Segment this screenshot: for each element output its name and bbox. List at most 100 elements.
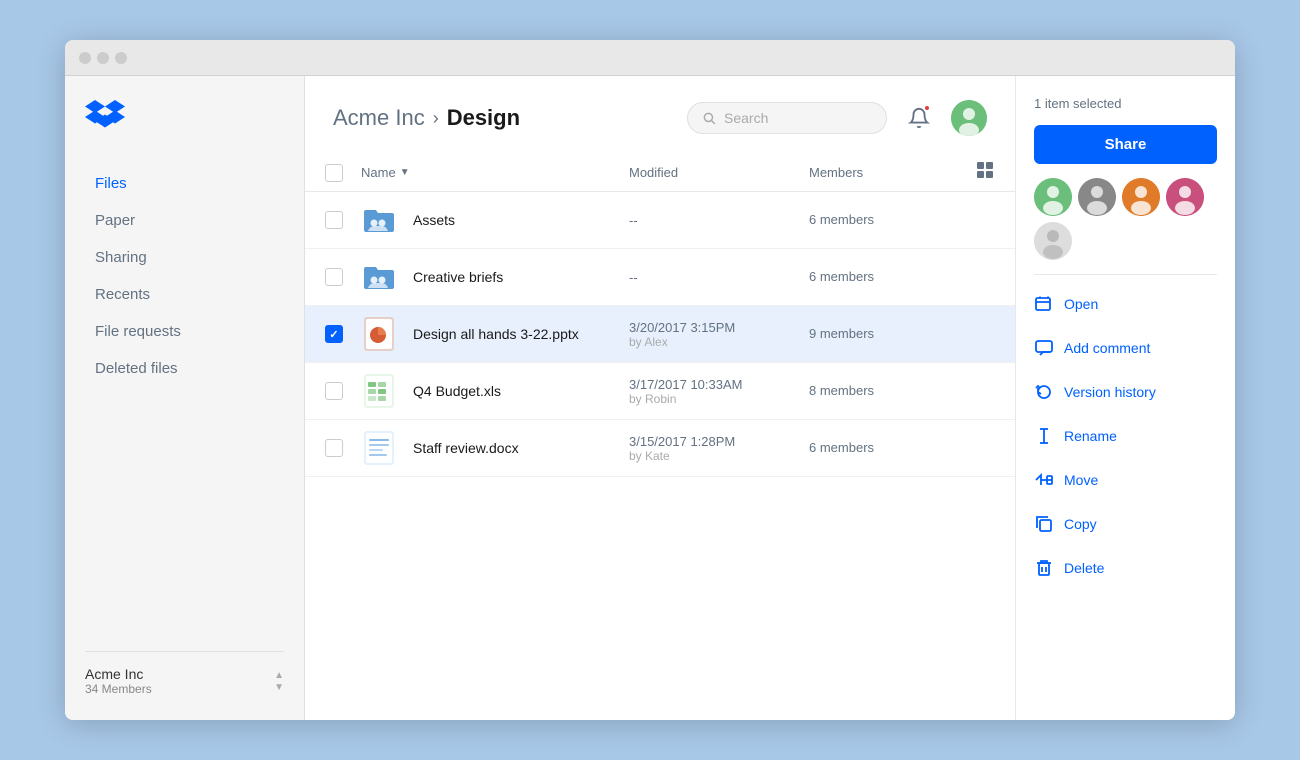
word-file-icon [364, 431, 394, 465]
titlebar [65, 40, 1235, 76]
breadcrumb-current: Design [447, 105, 520, 131]
row-modified: 3/15/2017 1:28PM by Kate [629, 434, 809, 463]
row-check [325, 268, 361, 286]
table-row[interactable]: Design all hands 3-22.pptx 3/20/2017 3:1… [305, 306, 1015, 363]
minimize-dot[interactable] [97, 52, 109, 64]
row-name: Staff review.docx [361, 430, 629, 466]
excel-file-icon [364, 374, 394, 408]
org-switcher[interactable]: ▲ ▼ [274, 670, 284, 693]
avatar-image [951, 100, 987, 136]
member-avatar [1166, 178, 1204, 216]
user-avatar[interactable] [951, 100, 987, 136]
row-checkbox[interactable] [325, 268, 343, 286]
table-row[interactable]: Q4 Budget.xls 3/17/2017 10:33AM by Robin… [305, 363, 1015, 420]
row-check [325, 439, 361, 457]
action-move[interactable]: Move [1034, 465, 1217, 495]
search-box[interactable]: Search [687, 102, 887, 134]
file-name: Staff review.docx [413, 440, 519, 456]
row-modified: 3/20/2017 3:15PM by Alex [629, 320, 809, 349]
row-name: Assets [361, 202, 629, 238]
sidebar: Files Paper Sharing Recents File request… [65, 76, 305, 720]
search-icon [702, 111, 716, 125]
right-panel: 1 item selected Share [1015, 76, 1235, 720]
member-avatar [1034, 222, 1072, 260]
table-header: Name ▼ Modified Members [305, 154, 1015, 192]
sidebar-item-paper[interactable]: Paper [85, 204, 284, 237]
row-members: 8 members [809, 382, 959, 400]
row-modified: 3/17/2017 10:33AM by Robin [629, 377, 809, 406]
main-area: Files Paper Sharing Recents File request… [65, 76, 1235, 720]
window-controls [79, 52, 127, 64]
row-modified: -- [629, 213, 809, 228]
action-version-history[interactable]: Version history [1034, 377, 1217, 407]
breadcrumb-parent: Acme Inc [333, 105, 425, 131]
members-count: 34 Members [85, 682, 152, 696]
breadcrumb-separator: › [433, 108, 439, 129]
content-area: Acme Inc › Design Search [305, 76, 1015, 720]
open-icon [1034, 295, 1054, 313]
row-checkbox[interactable] [325, 382, 343, 400]
grid-view-icon [977, 162, 995, 180]
action-open[interactable]: Open [1034, 289, 1217, 319]
sidebar-footer: Acme Inc 34 Members ▲ ▼ [85, 651, 284, 696]
header-view-toggle[interactable] [959, 162, 995, 183]
move-icon [1034, 471, 1054, 489]
app-window: Files Paper Sharing Recents File request… [65, 40, 1235, 720]
file-name: Q4 Budget.xls [413, 383, 501, 399]
member-avatars [1034, 178, 1217, 260]
row-checkbox[interactable] [325, 325, 343, 343]
sidebar-item-recents[interactable]: Recents [85, 278, 284, 311]
row-check [325, 325, 361, 343]
row-checkbox[interactable] [325, 439, 343, 457]
sidebar-item-files[interactable]: Files [85, 167, 284, 200]
sort-arrow: ▼ [400, 167, 410, 178]
sidebar-footer-info: Acme Inc 34 Members [85, 666, 152, 696]
action-open-label: Open [1064, 296, 1098, 312]
panel-divider [1034, 274, 1217, 275]
breadcrumb: Acme Inc › Design [333, 105, 520, 131]
row-members: 6 members [809, 211, 959, 229]
history-icon [1034, 383, 1054, 401]
row-modified: -- [629, 270, 809, 285]
sidebar-item-sharing[interactable]: Sharing [85, 241, 284, 274]
action-rename[interactable]: Rename [1034, 421, 1217, 451]
content-header: Acme Inc › Design Search [305, 76, 1015, 154]
action-version-history-label: Version history [1064, 384, 1156, 400]
org-name: Acme Inc [85, 666, 152, 682]
copy-icon [1034, 515, 1054, 533]
row-members: 6 members [809, 439, 959, 457]
shared-folder-icon [362, 263, 396, 291]
action-add-comment[interactable]: Add comment [1034, 333, 1217, 363]
action-copy[interactable]: Copy [1034, 509, 1217, 539]
header-members-col: Members [809, 165, 959, 180]
header-actions: Search [687, 100, 987, 136]
powerpoint-file-icon [364, 317, 394, 351]
docx-icon [361, 430, 397, 466]
action-copy-label: Copy [1064, 516, 1097, 532]
member-avatar [1034, 178, 1072, 216]
action-delete[interactable]: Delete [1034, 553, 1217, 583]
maximize-dot[interactable] [115, 52, 127, 64]
notification-button[interactable] [901, 100, 937, 136]
row-check [325, 382, 361, 400]
select-all-checkbox[interactable] [325, 164, 343, 182]
row-check [325, 211, 361, 229]
table-row[interactable]: Creative briefs -- 6 members [305, 249, 1015, 306]
sidebar-item-file-requests[interactable]: File requests [85, 315, 284, 348]
file-name: Design all hands 3-22.pptx [413, 326, 579, 342]
row-members: 9 members [809, 325, 959, 343]
table-row[interactable]: Assets -- 6 members [305, 192, 1015, 249]
close-dot[interactable] [79, 52, 91, 64]
header-name-col[interactable]: Name ▼ [361, 165, 629, 180]
sidebar-nav: Files Paper Sharing Recents File request… [85, 167, 284, 651]
share-button[interactable]: Share [1034, 125, 1217, 164]
table-row[interactable]: Staff review.docx 3/15/2017 1:28PM by Ka… [305, 420, 1015, 477]
file-table: Name ▼ Modified Members [305, 154, 1015, 720]
sidebar-item-deleted-files[interactable]: Deleted files [85, 352, 284, 385]
file-name: Assets [413, 212, 455, 228]
action-rename-label: Rename [1064, 428, 1117, 444]
action-add-comment-label: Add comment [1064, 340, 1150, 356]
row-checkbox[interactable] [325, 211, 343, 229]
file-name: Creative briefs [413, 269, 503, 285]
dropbox-logo-icon [85, 100, 125, 134]
